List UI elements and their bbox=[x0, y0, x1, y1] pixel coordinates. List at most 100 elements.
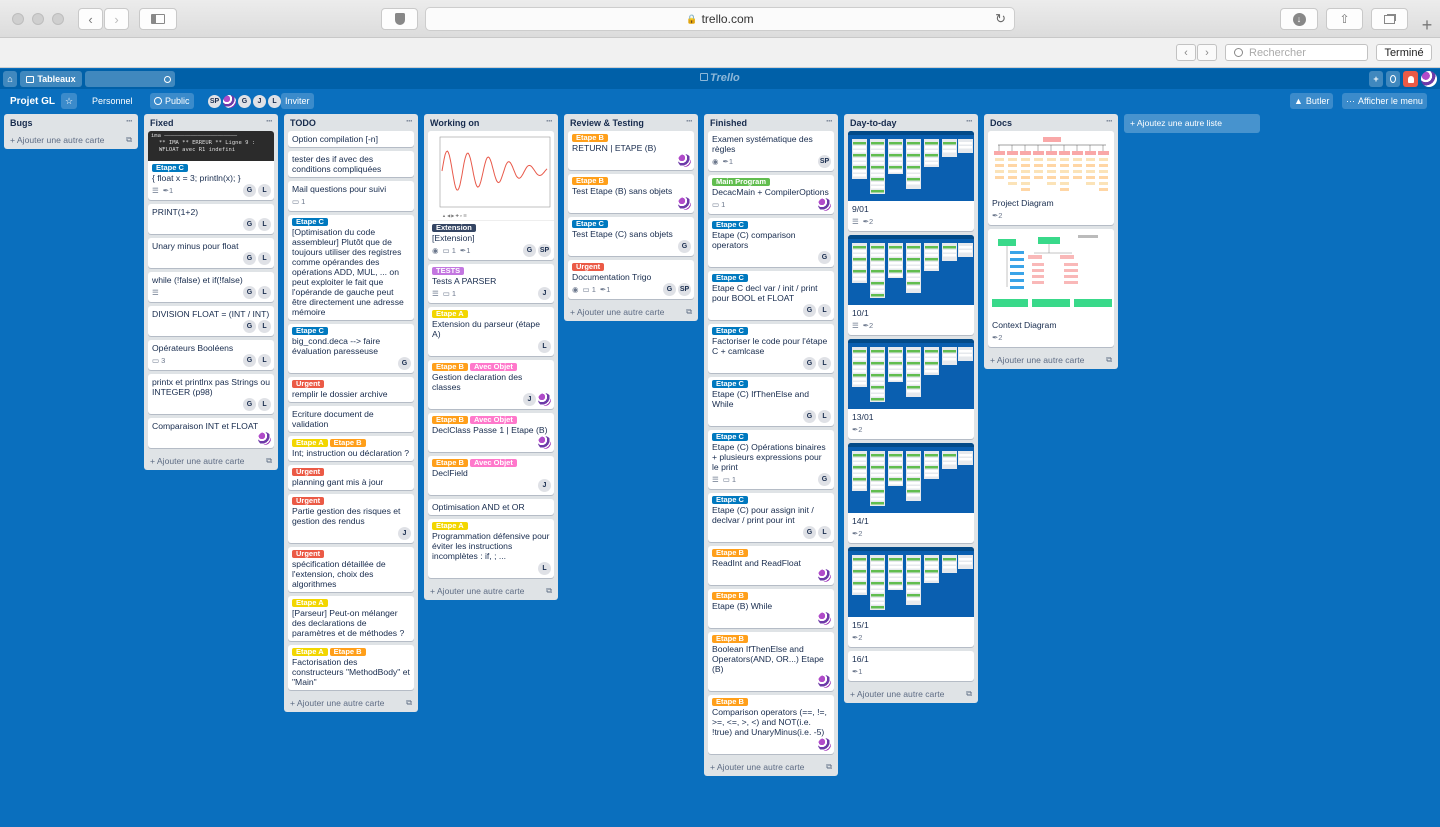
add-card-button[interactable]: + Ajouter une autre carte ⧉ bbox=[564, 303, 698, 321]
card[interactable]: Urgent planning gant mis à jour bbox=[288, 465, 414, 490]
card-label[interactable]: Urgent bbox=[292, 468, 325, 476]
list-menu-icon[interactable]: ··· bbox=[826, 116, 833, 126]
create-button[interactable]: + bbox=[1369, 71, 1383, 87]
member-avatar[interactable]: L bbox=[818, 357, 831, 370]
member-avatar[interactable] bbox=[818, 198, 831, 211]
team-button[interactable]: Personnel bbox=[88, 93, 137, 109]
board-title[interactable]: Projet GL bbox=[6, 93, 59, 109]
sidebar-button[interactable] bbox=[139, 8, 177, 30]
card-label[interactable]: TESTS bbox=[432, 267, 465, 275]
card[interactable]: Etape A Programmation défensive pour évit… bbox=[428, 519, 554, 578]
card-label[interactable]: Etape A bbox=[432, 522, 468, 530]
member-avatar[interactable]: L bbox=[258, 252, 271, 265]
card-label[interactable]: Avec Objet bbox=[469, 416, 517, 424]
member-avatar[interactable]: L bbox=[538, 340, 551, 353]
card-template-icon[interactable]: ⧉ bbox=[406, 698, 412, 708]
share-button[interactable]: ⇧ bbox=[1326, 8, 1363, 30]
minimize-window-button[interactable] bbox=[32, 13, 44, 25]
card-label[interactable]: Etape B bbox=[432, 416, 468, 424]
list-menu-icon[interactable]: ··· bbox=[966, 116, 973, 126]
member-avatar[interactable]: G bbox=[398, 357, 411, 370]
member-avatar[interactable] bbox=[538, 436, 551, 449]
card-label[interactable]: Urgent bbox=[572, 263, 605, 271]
trello-logo[interactable]: Trello bbox=[700, 72, 740, 84]
member-avatar[interactable]: G bbox=[243, 354, 256, 367]
show-menu-button[interactable]: ··· Afficher le menu bbox=[1342, 93, 1427, 109]
card[interactable]: Etape B Avec Objet DeclField J bbox=[428, 456, 554, 495]
card[interactable]: TESTS Tests A PARSER ☰ ▭ 1J bbox=[428, 264, 554, 303]
list-menu-icon[interactable]: ··· bbox=[406, 116, 413, 126]
privacy-report-button[interactable] bbox=[381, 8, 418, 30]
card-label[interactable]: Etape C bbox=[712, 496, 748, 504]
member-avatar[interactable] bbox=[818, 738, 831, 751]
card-label[interactable]: Etape C bbox=[712, 221, 748, 229]
card[interactable]: 9/01 ☰ ✒2 bbox=[848, 131, 974, 231]
list-header[interactable]: Bugs ··· bbox=[4, 114, 138, 131]
list-menu-icon[interactable]: ··· bbox=[126, 116, 133, 126]
card[interactable]: Etape B Avec Objet Gestion declaration des… bbox=[428, 360, 554, 409]
member-avatar[interactable]: J bbox=[523, 393, 536, 406]
member-avatar[interactable]: SP bbox=[678, 283, 691, 296]
member-avatar[interactable]: G bbox=[803, 526, 816, 539]
butler-button[interactable]: ▲ Butler bbox=[1290, 93, 1334, 109]
member-avatar[interactable]: L bbox=[258, 354, 271, 367]
member-avatar[interactable]: L bbox=[258, 218, 271, 231]
card[interactable]: Urgent spécification détaillée de l'exten… bbox=[288, 547, 414, 592]
zoom-window-button[interactable] bbox=[52, 13, 64, 25]
card-template-icon[interactable]: ⧉ bbox=[826, 762, 832, 772]
list-title[interactable]: Bugs bbox=[10, 118, 33, 128]
card-label[interactable]: Etape C bbox=[712, 380, 748, 388]
card-label[interactable]: Urgent bbox=[292, 380, 325, 388]
member-avatar[interactable]: G bbox=[663, 283, 676, 296]
member-avatar[interactable]: G bbox=[803, 304, 816, 317]
card-label[interactable]: Etape C bbox=[292, 218, 328, 226]
add-card-button[interactable]: + Ajouter une autre carte ⧉ bbox=[4, 131, 138, 149]
card[interactable]: Etape C Etape (C) Opérations binaires + p… bbox=[708, 430, 834, 489]
list-header[interactable]: Docs ··· bbox=[984, 114, 1118, 131]
profile-avatar[interactable] bbox=[1421, 71, 1437, 87]
add-card-button[interactable]: + Ajouter une autre carte ⧉ bbox=[844, 685, 978, 703]
back-button[interactable]: ‹ bbox=[78, 8, 103, 30]
add-card-button[interactable]: + Ajouter une autre carte ⧉ bbox=[284, 694, 418, 712]
card[interactable]: printx et printlnx pas Strings ou INTEGE… bbox=[148, 374, 274, 414]
member-avatar[interactable] bbox=[818, 675, 831, 688]
card-label[interactable]: Main Program bbox=[712, 178, 771, 186]
member-avatar[interactable]: G bbox=[243, 398, 256, 411]
card-label[interactable]: Etape B bbox=[572, 177, 608, 185]
member-avatar[interactable]: G bbox=[243, 252, 256, 265]
card[interactable]: Etape B RETURN | ETAPE (B) bbox=[568, 131, 694, 170]
member-avatar[interactable]: SP bbox=[538, 244, 551, 257]
card[interactable]: Optimisation AND et OR bbox=[428, 499, 554, 515]
member-avatar[interactable] bbox=[818, 569, 831, 582]
card[interactable]: 13/01 ✒2 bbox=[848, 339, 974, 439]
find-previous-button[interactable]: ‹ bbox=[1176, 44, 1196, 61]
member-avatar[interactable]: J bbox=[538, 287, 551, 300]
member-avatar[interactable]: G bbox=[243, 320, 256, 333]
card-label[interactable]: Etape C bbox=[572, 220, 608, 228]
avatar[interactable]: SP bbox=[208, 94, 221, 108]
card[interactable]: Etape B Avec Objet DeclClass Passe 1 | Eta… bbox=[428, 413, 554, 452]
member-avatar[interactable]: G bbox=[243, 184, 256, 197]
card[interactable]: DIVISION FLOAT = (INT / INT) G L bbox=[148, 306, 274, 336]
card-label[interactable]: Etape B bbox=[712, 698, 748, 706]
card[interactable]: 15/1 ✒2 bbox=[848, 547, 974, 647]
card[interactable]: Etape C Factoriser le code pour l'étape C… bbox=[708, 324, 834, 373]
card-template-icon[interactable]: ⧉ bbox=[966, 689, 972, 699]
card-label[interactable]: Etape A bbox=[292, 648, 328, 656]
add-list-button[interactable]: + Ajoutez une autre liste bbox=[1124, 114, 1260, 133]
tabs-overview-button[interactable] bbox=[1371, 8, 1408, 30]
card-label[interactable]: Etape B bbox=[712, 635, 748, 643]
member-avatar[interactable] bbox=[818, 612, 831, 625]
card-label[interactable]: Etape B bbox=[712, 592, 748, 600]
member-avatar[interactable] bbox=[678, 197, 691, 210]
card-label[interactable]: Etape C bbox=[712, 433, 748, 441]
card[interactable]: Etape A Etape B Factorisation des construc… bbox=[288, 645, 414, 690]
notifications-button[interactable] bbox=[1403, 71, 1418, 87]
card-label[interactable]: Etape C bbox=[712, 274, 748, 282]
card-label[interactable]: Etape C bbox=[712, 327, 748, 335]
member-avatar[interactable]: G bbox=[243, 218, 256, 231]
member-avatar[interactable]: L bbox=[818, 526, 831, 539]
card-label[interactable]: Extension bbox=[432, 224, 476, 232]
avatar[interactable]: J bbox=[253, 94, 266, 108]
card[interactable]: Etape Cbig_cond.deca --> faire évaluatio… bbox=[288, 324, 414, 373]
